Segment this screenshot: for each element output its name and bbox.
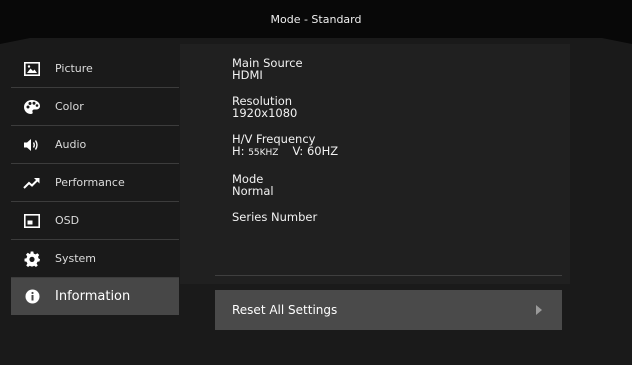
frequency-v: V: 60HZ [292, 145, 338, 157]
osd-window-icon [23, 212, 41, 230]
reset-all-settings-label: Reset All Settings [232, 303, 338, 317]
frequency-block: H/V Frequency H: 55KHZ V: 60HZ [232, 133, 562, 159]
sidebar-item-label: Audio [55, 138, 87, 151]
main-source-label: Main Source [232, 56, 303, 70]
osd-header: Mode - Standard [0, 0, 632, 38]
frequency-h: H: 55KHZ [232, 145, 278, 159]
resolution-block: Resolution 1920x1080 [232, 95, 562, 119]
frequency-values: H: 55KHZ V: 60HZ [232, 145, 562, 159]
sidebar-item-label: OSD [55, 214, 80, 227]
sidebar-item-system[interactable]: System [11, 240, 179, 278]
frequency-h-value: 55KHZ [248, 148, 279, 158]
header-title: Mode - Standard [270, 12, 362, 26]
main-source-value: HDMI [232, 68, 263, 82]
chevron-right-icon [536, 305, 542, 315]
sidebar-item-label: System [55, 252, 97, 265]
sidebar-item-label: Performance [55, 176, 125, 189]
sidebar-item-performance[interactable]: Performance [11, 164, 179, 202]
frequency-h-prefix: H: [232, 144, 245, 158]
main-source-block: Main Source HDMI [232, 57, 562, 81]
header-wedge-left [0, 38, 30, 44]
trend-arrow-icon [23, 174, 41, 192]
sidebar-item-picture[interactable]: Picture [11, 50, 179, 88]
sidebar-item-audio[interactable]: Audio [11, 126, 179, 164]
sidebar-item-osd[interactable]: OSD [11, 202, 179, 240]
picture-icon [23, 60, 41, 78]
sidebar-menu: Picture Color Audio Performance OSD Syst… [11, 50, 179, 315]
sidebar-item-information[interactable]: Information [11, 278, 179, 315]
mode-label: Mode [232, 172, 264, 186]
header-wedge-right [602, 38, 632, 44]
sidebar-item-color[interactable]: Color [11, 88, 179, 126]
mode-block: Mode Normal [232, 173, 562, 197]
information-panel: Main Source HDMI Resolution 1920x1080 H/… [232, 57, 562, 237]
palette-icon [23, 98, 41, 116]
frequency-label: H/V Frequency [232, 132, 316, 146]
series-number-block: Series Number [232, 211, 562, 223]
sidebar-item-label: Color [55, 100, 84, 113]
frequency-v-prefix: V: [292, 144, 304, 158]
sidebar-item-label: Information [55, 289, 131, 304]
speaker-icon [23, 136, 41, 154]
sidebar-item-label: Picture [55, 62, 93, 75]
reset-all-settings-button[interactable]: Reset All Settings [215, 290, 562, 330]
info-icon [23, 288, 41, 306]
mode-value: Normal [232, 184, 274, 198]
series-number-label: Series Number [232, 210, 318, 224]
frequency-v-value: 60HZ [306, 144, 339, 158]
gear-icon [23, 250, 41, 268]
resolution-value: 1920x1080 [232, 106, 298, 120]
divider [215, 275, 562, 276]
monitor-osd-window: Mode - Standard Picture Color Audio Perf… [0, 0, 632, 365]
